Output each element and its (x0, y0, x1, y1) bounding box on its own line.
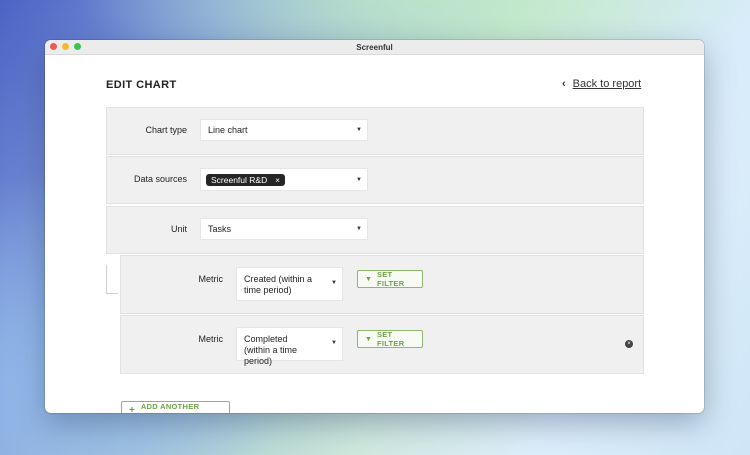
minimize-window-button[interactable] (62, 43, 69, 50)
add-metric-button[interactable]: + ADD ANOTHER METRIC (121, 401, 230, 413)
plus-icon: + (129, 405, 135, 413)
chart-type-value: Line chart (208, 125, 248, 135)
tree-connector (106, 265, 107, 293)
data-source-chip-label: Screenful R&D (211, 175, 268, 185)
chevron-down-icon: ▼ (331, 340, 337, 346)
metric-row: Metric Completed (within a time period) … (120, 315, 644, 374)
set-filter-button[interactable]: ▼ SET FILTER (357, 270, 423, 288)
title-bar: Screenful (45, 40, 704, 55)
page-title: EDIT CHART (106, 79, 177, 91)
filter-icon: ▼ (365, 335, 372, 343)
window-controls (50, 43, 81, 50)
chevron-down-icon: ▼ (331, 280, 337, 286)
edit-chart-page: EDIT CHART ‹ Back to report Chart type L… (45, 55, 704, 413)
remove-chip-icon[interactable]: × (275, 176, 280, 185)
metric-label: Metric (198, 334, 224, 344)
chevron-left-icon: ‹ (562, 78, 566, 90)
data-sources-label: Data sources (133, 174, 187, 184)
data-sources-select[interactable]: Screenful R&D × ▼ (200, 168, 368, 191)
window-title: Screenful (356, 42, 393, 52)
data-sources-row: Data sources Screenful R&D × ▼ (106, 156, 644, 204)
set-filter-label: SET FILTER (376, 270, 405, 288)
metric-row: Metric Created (within a time period) ▼ … (120, 255, 644, 314)
chart-type-label: Chart type (145, 125, 187, 135)
unit-select[interactable]: Tasks ▼ (200, 218, 368, 240)
app-window: Screenful EDIT CHART ‹ Back to report Ch… (45, 40, 704, 413)
metric-value: Created (within a time period) (244, 274, 313, 295)
chevron-down-icon: ▼ (356, 226, 362, 232)
chart-type-select[interactable]: Line chart ▼ (200, 119, 368, 141)
metric-select[interactable]: Completed (within a time period) ▼ (236, 327, 343, 366)
tree-connector-branch (106, 293, 118, 294)
filter-icon: ▼ (365, 275, 372, 283)
maximize-window-button[interactable] (74, 43, 81, 50)
unit-row: Unit Tasks ▼ (106, 206, 644, 254)
add-metric-label: ADD ANOTHER METRIC (140, 401, 200, 414)
remove-metric-icon[interactable]: × (625, 340, 633, 348)
back-to-report-link[interactable]: ‹ Back to report (562, 78, 641, 90)
unit-value: Tasks (208, 224, 232, 234)
back-to-report-label: Back to report (572, 78, 642, 90)
data-source-chip: Screenful R&D × (206, 174, 285, 186)
chevron-down-icon: ▼ (356, 177, 362, 183)
metric-label: Metric (198, 274, 224, 284)
close-window-button[interactable] (50, 43, 57, 50)
metric-select[interactable]: Created (within a time period) ▼ (236, 267, 343, 301)
set-filter-button[interactable]: ▼ SET FILTER (357, 330, 423, 348)
metric-value: Completed (within a time period) (244, 334, 298, 366)
chart-type-row: Chart type Line chart ▼ (106, 107, 644, 155)
unit-label: Unit (170, 224, 187, 234)
chevron-down-icon: ▼ (356, 127, 362, 133)
set-filter-label: SET FILTER (376, 330, 405, 348)
